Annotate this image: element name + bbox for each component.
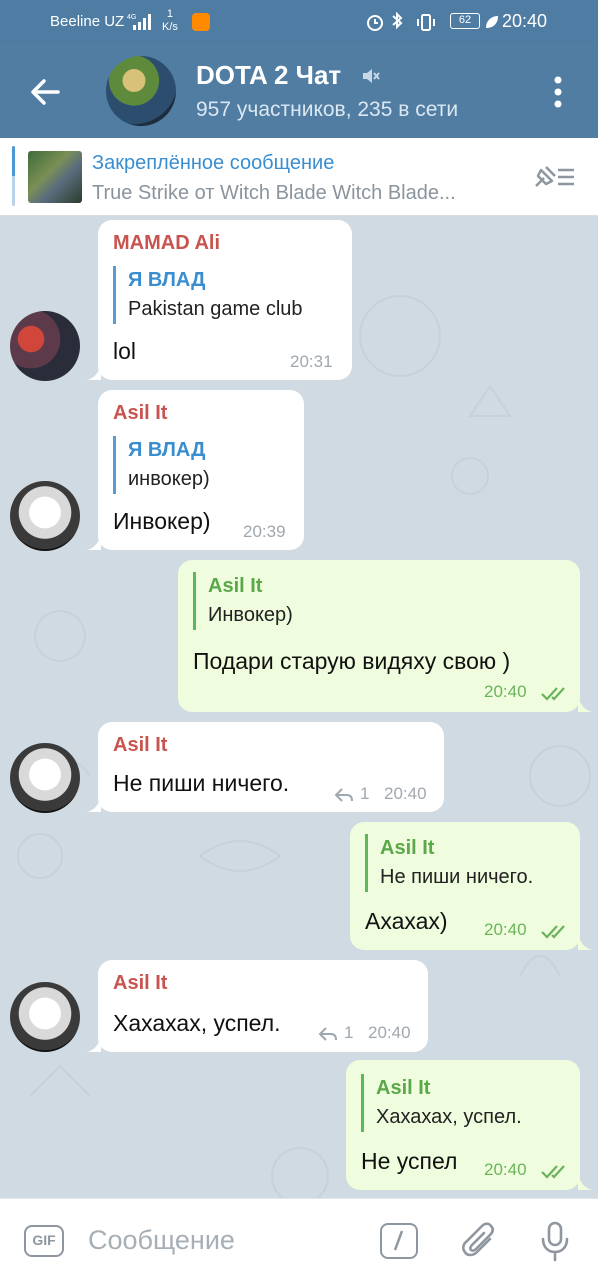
bubble-tail: [87, 1036, 101, 1052]
message-bubble-outgoing[interactable]: Asil It Не пиши ничего. Ахахах) 20:40: [350, 822, 580, 950]
message-text: Не пиши ничего.: [113, 770, 290, 796]
net-speed-unit: K/s: [162, 21, 178, 33]
microphone-icon[interactable]: [537, 1219, 573, 1263]
message-text: lol: [113, 338, 137, 364]
slash-icon: [393, 1230, 404, 1251]
message-text: Ахахах): [365, 908, 448, 934]
user-avatar[interactable]: [10, 481, 80, 551]
read-checkmarks-icon: [541, 925, 565, 939]
reply-quote[interactable]: Я ВЛАД инвокер): [113, 436, 210, 494]
reply-author: Asil It: [380, 837, 435, 859]
bubble-tail: [578, 696, 592, 712]
reply-count[interactable]: 1: [344, 1023, 353, 1043]
pinned-thumbnail: [28, 151, 82, 203]
bubble-tail: [578, 934, 592, 950]
pinned-title: Закреплённое сообщение: [92, 152, 335, 174]
message-text: Инвокер): [113, 508, 211, 534]
pinned-message-bar[interactable]: Закреплённое сообщение True Strike от Wi…: [0, 138, 598, 216]
status-bar: Beeline UZ 4G 1 K/s 62 20:40: [0, 0, 598, 44]
message-time: 20:40: [484, 1160, 527, 1179]
net-speed-value: 1: [166, 8, 174, 20]
battery-indicator: 62: [450, 13, 480, 29]
sender-name[interactable]: Asil It: [113, 972, 167, 995]
message-input[interactable]: Сообщение: [88, 1225, 235, 1256]
sender-name[interactable]: Asil It: [113, 734, 167, 757]
reply-author: Я ВЛАД: [128, 439, 206, 461]
gif-button[interactable]: GIF: [24, 1225, 64, 1257]
reply-quote[interactable]: Asil It Инвокер): [193, 572, 293, 630]
reply-author: Asil It: [376, 1077, 431, 1099]
bubble-tail: [87, 534, 101, 550]
vibrate-icon: [417, 14, 435, 31]
alarm-icon: [367, 15, 383, 31]
message-time: 20:31: [290, 352, 333, 371]
reply-author: Asil It: [208, 575, 263, 597]
pinned-indicator: [12, 146, 15, 206]
message-time: 20:40: [484, 682, 527, 701]
reply-arrow-icon[interactable]: [318, 1026, 338, 1042]
network-type: 4G: [127, 14, 136, 21]
reply-quote[interactable]: Asil It Не пиши ничего.: [365, 834, 533, 892]
bubble-tail: [87, 364, 101, 380]
reply-text: Инвокер): [208, 604, 293, 626]
user-avatar[interactable]: [10, 743, 80, 813]
reply-text: Хахахах, успел.: [376, 1106, 522, 1128]
group-avatar[interactable]: [106, 56, 176, 126]
message-input-bar: GIF Сообщение: [0, 1198, 598, 1280]
message-text: Хахахах, успел.: [113, 1010, 281, 1036]
signal-icon: 4G: [127, 14, 151, 30]
clock: 20:40: [502, 11, 548, 31]
user-avatar[interactable]: [10, 311, 80, 381]
chat-subtitle: 957 участников, 235 в сети: [196, 98, 459, 121]
message-bubble-outgoing[interactable]: Asil It Хахахах, успел. Не успел 20:40: [346, 1060, 580, 1190]
sender-name[interactable]: Asil It: [113, 402, 167, 425]
reply-text: Не пиши ничего.: [380, 866, 534, 888]
net-speed: 1 K/s: [162, 8, 178, 34]
reply-quote[interactable]: Я ВЛАД Pakistan game club: [113, 266, 303, 324]
message-text: Не успел: [361, 1148, 458, 1174]
user-avatar[interactable]: [10, 982, 80, 1052]
app-notification-icon: [192, 13, 210, 31]
reply-text: Pakistan game club: [128, 298, 303, 320]
bluetooth-icon: [392, 11, 403, 30]
reply-count[interactable]: 1: [360, 784, 369, 804]
more-menu-icon[interactable]: [540, 72, 576, 112]
bubble-tail: [87, 796, 101, 812]
back-arrow-icon[interactable]: [22, 70, 66, 114]
pin-list-icon[interactable]: [532, 162, 578, 192]
bubble-tail: [578, 1174, 592, 1190]
message-list[interactable]: MAMAD Ali Я ВЛАД Pakistan game club lol …: [0, 216, 598, 1198]
bot-commands-button[interactable]: [380, 1223, 418, 1259]
message-bubble-incoming[interactable]: Asil It Не пиши ничего. 1 20:40: [98, 722, 444, 812]
chat-title[interactable]: DOTA 2 Чат: [196, 60, 341, 91]
sender-name[interactable]: MAMAD Ali: [113, 232, 220, 255]
message-bubble-incoming[interactable]: Asil It Хахахах, успел. 1 20:40: [98, 960, 428, 1052]
reply-author: Я ВЛАД: [128, 269, 206, 291]
message-time: 20:39: [243, 522, 286, 541]
message-time: 20:40: [368, 1023, 411, 1042]
message-time: 20:40: [484, 920, 527, 939]
pinned-text: True Strike от Witch Blade Witch Blade..…: [92, 182, 456, 204]
chat-header: DOTA 2 Чат 957 участников, 235 в сети: [0, 44, 598, 138]
message-time: 20:40: [384, 784, 427, 803]
read-checkmarks-icon: [541, 1165, 565, 1179]
attach-clip-icon[interactable]: [460, 1219, 500, 1263]
reply-text: инвокер): [128, 468, 210, 490]
message-bubble-incoming[interactable]: Asil It Я ВЛАД инвокер) Инвокер) 20:39: [98, 390, 304, 550]
message-bubble-incoming[interactable]: MAMAD Ali Я ВЛАД Pakistan game club lol …: [98, 220, 352, 380]
message-bubble-outgoing[interactable]: Asil It Инвокер) Подари старую видяху св…: [178, 560, 580, 712]
reply-arrow-icon[interactable]: [334, 787, 354, 803]
reply-quote[interactable]: Asil It Хахахах, успел.: [361, 1074, 522, 1132]
read-checkmarks-icon: [541, 687, 565, 701]
muted-icon: [363, 69, 380, 83]
carrier-label: Beeline UZ: [50, 13, 125, 30]
leaf-icon: [486, 16, 498, 28]
message-text: Подари старую видяху свою ): [193, 648, 511, 674]
